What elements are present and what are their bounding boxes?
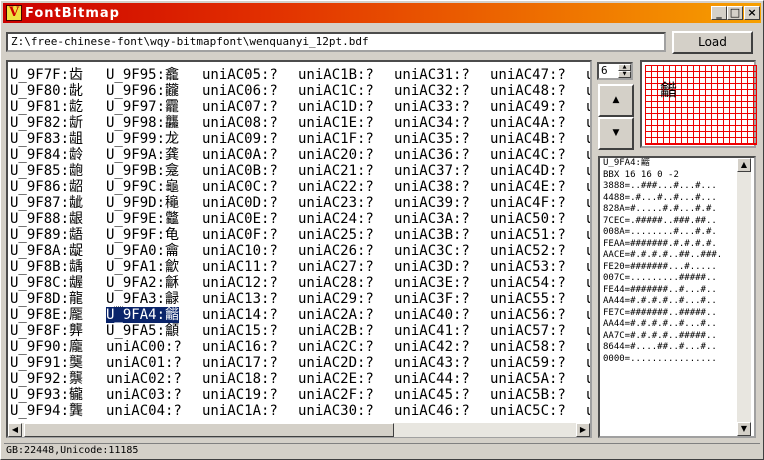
glyph-list-item[interactable]: uniAC1A:? xyxy=(202,403,278,419)
fontbitmap-window: V FontBitmap _ □ × Z:\free-chinese-font\… xyxy=(0,0,764,460)
scroll-right-icon[interactable]: ▶ xyxy=(576,423,590,437)
glyph-list-column: uniAC31:? uniAC32:? uniAC33:? uniAC34:? uniA… xyxy=(394,64,470,419)
pixel-grid: 龤 xyxy=(645,65,757,145)
scroll-down-icon[interactable]: ▼ xyxy=(737,422,751,436)
bdf-line: 828A=#.....#.#...#.#. xyxy=(603,204,717,214)
bdf-line: BBX 16 16 0 -2 xyxy=(603,169,679,180)
horizontal-scrollbar[interactable]: ◀ ▶ xyxy=(8,423,590,437)
close-button[interactable]: × xyxy=(744,6,760,20)
bdf-line: 3888=..###...#...#... xyxy=(603,181,717,191)
glyph-list[interactable]: U_9F7F:齿 U_9F80:龀 U_9F81:龁 U_9F82:龂 U_9F83:龃… xyxy=(6,60,592,438)
glyph-list-column: U_9F7F:齿 U_9F80:龀 U_9F81:龁 U_9F82:龂 U_9F83:龃… xyxy=(10,64,83,419)
glyph-list-item[interactable]: uniAC30:? xyxy=(298,403,374,419)
preview-glyph: 龤 xyxy=(660,81,677,101)
horizontal-scroll-thumb[interactable] xyxy=(24,423,394,437)
bdf-line: 7CEC=.#####..###.##.. xyxy=(603,215,717,226)
bdf-line: 8644=#....##..#...#.. xyxy=(603,342,717,352)
glyph-list-item[interactable]: U_9F94:龔 xyxy=(10,403,83,419)
glyph-list-item[interactable]: uniAC04:? xyxy=(106,403,182,419)
app-icon: V xyxy=(6,5,22,21)
bdf-line: AA44=#.#.#.#..#...#.. xyxy=(603,296,717,306)
bdf-line: U_9FA4:龤 xyxy=(603,158,650,168)
bdf-line: 008A=........#...#.#. xyxy=(603,227,717,237)
status-bar: GB:22448,Unicode:11185 xyxy=(4,443,760,458)
spin-up-icon[interactable]: ▲ xyxy=(618,64,631,71)
load-button[interactable]: Load xyxy=(672,31,753,54)
bdf-text-area[interactable]: U_9FA4:龤 BBX 16 16 0 -2 3888=..###...#...#… xyxy=(598,156,756,438)
bdf-line: FE44=#######..#...#.. xyxy=(603,284,717,295)
bdf-lines: U_9FA4:龤 BBX 16 16 0 -2 3888=..###...#...#… xyxy=(600,158,754,365)
scroll-down-button[interactable]: ▼ xyxy=(598,117,634,150)
glyph-list-item[interactable]: uniAC5C:? xyxy=(490,403,566,419)
glyph-list-item[interactable]: uniAC46:? xyxy=(394,403,470,419)
bdf-line: AACE=#.#.#.#..##..###. xyxy=(603,250,723,260)
bdf-line: AA44=#.#.#.#..#...#.. xyxy=(603,319,717,329)
glyph-list-column: uniAC1B:? uniAC1C:? uniAC1D:? uniAC1E:? uniA… xyxy=(298,64,374,419)
bdf-line: 0000=................ xyxy=(603,353,717,364)
bdf-line: 007C=.........#####.. xyxy=(603,273,717,283)
glyph-list-column: uniAC05:? uniAC06:? uniAC07:? uniAC08:? uniA… xyxy=(202,64,278,419)
glyph-list-column: U_9F95:龕 U_9F96:龖 U_9F97:龗 U_9F98:龘 U_9F99:龙… xyxy=(104,64,182,419)
spin-down-icon[interactable]: ▼ xyxy=(618,71,631,78)
vertical-scrollbar[interactable]: ▲ ▼ xyxy=(737,158,751,436)
window-title: FontBitmap xyxy=(25,6,120,21)
title-bar[interactable]: V FontBitmap _ □ × xyxy=(3,3,761,23)
bdf-line: FE7C=#######..#####.. xyxy=(603,307,717,318)
bdf-line: FEAA=#######.#.#.#.#. xyxy=(603,238,717,249)
font-path-input[interactable]: Z:\free-chinese-font\wqy-bitmapfont\wenq… xyxy=(6,32,666,52)
size-spinner-buttons[interactable]: ▲ ▼ xyxy=(618,64,631,78)
glyph-list-column: uniAC47:? uniAC48:? uniAC49:? uniAC4A:? uniA… xyxy=(490,64,566,419)
scroll-up-icon[interactable]: ▲ xyxy=(737,158,751,172)
minimize-button[interactable]: _ xyxy=(711,6,727,20)
bdf-line: FE20=#######...#..... xyxy=(603,261,717,272)
bdf-line: AA7C=#.#.#.#..#####.. xyxy=(603,330,717,341)
bdf-line: 4488=.#...#..#...#... xyxy=(603,192,717,203)
glyph-list-item[interactable]: u xyxy=(586,403,590,419)
glyph-preview-box: 龤 xyxy=(640,60,757,148)
scroll-left-icon[interactable]: ◀ xyxy=(8,423,22,437)
glyph-list-column: uuuuuuuuuuuuuuuuuuuuuu xyxy=(586,64,590,419)
maximize-button[interactable]: □ xyxy=(727,6,743,20)
scroll-up-button[interactable]: ▲ xyxy=(598,84,634,117)
